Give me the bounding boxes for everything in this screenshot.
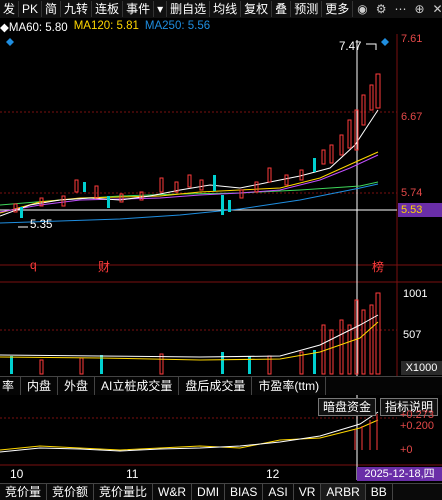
volume-unit: X1000 — [401, 361, 442, 375]
high-price-marker: 7.47 — [339, 41, 362, 53]
candle — [213, 175, 216, 191]
candle — [267, 167, 272, 183]
tab-inner[interactable]: 内盘 — [21, 377, 59, 395]
candle — [119, 193, 124, 203]
price-axis-top: 7.61 — [401, 33, 423, 45]
diamond-marker — [381, 38, 389, 46]
candle — [239, 189, 244, 199]
tab-dmi[interactable]: DMI — [192, 484, 226, 500]
tab-vr[interactable]: VR — [294, 484, 322, 500]
candle — [284, 174, 289, 186]
bottom-indicator-tabs: 竞价量 竞价额 竞价量比 W&R DMI BIAS ASI VR ARBR BB — [0, 483, 442, 500]
current-price-tag: 5.53 — [398, 203, 442, 217]
candle — [187, 174, 192, 188]
tab-auction-volume[interactable]: 竞价量 — [0, 484, 48, 500]
volume-bar — [339, 319, 344, 375]
volume-bar — [248, 356, 251, 374]
tab-rate[interactable]: 率 — [0, 377, 22, 395]
tab-bb[interactable]: BB — [366, 484, 393, 500]
date-label-11: 11 — [126, 467, 139, 481]
volume-bar — [79, 357, 84, 375]
candle — [361, 94, 366, 126]
ma-yellow-line — [0, 151, 379, 214]
tab-bias[interactable]: BIAS — [225, 484, 264, 500]
volume-bar — [10, 356, 13, 374]
price-axis-mid: 6.67 — [401, 111, 423, 123]
dark-pool-button[interactable]: 暗盘资金 — [317, 398, 376, 416]
event-marker-q[interactable]: q — [30, 258, 37, 272]
volume-bar — [321, 324, 326, 375]
volume-bars — [10, 292, 381, 375]
ma-white-line — [0, 109, 379, 217]
date-label-10: 10 — [10, 467, 24, 481]
tab-ai-volume[interactable]: AI立桩成交量 — [95, 377, 180, 395]
tab-after-hours-volume[interactable]: 盘后成交量 — [179, 377, 253, 395]
candle — [83, 182, 86, 192]
volume-axis-top: 1001 — [403, 288, 428, 300]
candle — [375, 73, 381, 109]
tab-auction-ratio[interactable]: 竞价量比 — [94, 484, 154, 500]
volume-ma-white — [0, 314, 379, 358]
volume-bar — [39, 359, 44, 375]
candle — [61, 195, 66, 207]
volume-axis-mid: 507 — [403, 329, 422, 341]
candle — [369, 84, 374, 111]
indicator-axis-mid: +0.200 — [400, 420, 434, 432]
volume-bar — [221, 352, 224, 374]
candle — [299, 169, 304, 181]
ma250-line — [0, 183, 379, 224]
candle — [199, 179, 204, 191]
event-marker-bang[interactable]: 榜 — [372, 258, 384, 275]
candle — [221, 195, 224, 215]
tab-pe-ttm[interactable]: 市盈率(ttm) — [252, 377, 327, 395]
candle — [94, 185, 99, 199]
candles — [13, 73, 381, 218]
volume-bar — [375, 292, 381, 375]
candle — [74, 179, 79, 193]
low-price-marker: 5.35 — [30, 219, 53, 231]
volume-bar — [347, 324, 352, 375]
candle — [20, 207, 23, 218]
candle — [329, 144, 334, 164]
high-marker-line — [366, 43, 377, 50]
candle — [228, 200, 231, 212]
tab-asi[interactable]: ASI — [263, 484, 294, 500]
volume-ma-yellow — [0, 321, 379, 361]
price-axis-low: 5.74 — [401, 187, 423, 199]
event-marker-finance[interactable]: 财 — [98, 258, 110, 275]
tab-wr[interactable]: W&R — [153, 484, 193, 500]
candle — [339, 134, 344, 156]
indicator-tab-row: 率 内盘 外盘 AI立桩成交量 盘后成交量 市盈率(ttm) — [0, 376, 442, 395]
candle — [254, 181, 259, 193]
candle — [321, 149, 326, 165]
cursor-date-label: 2025-12-18,四 — [357, 467, 442, 481]
volume-bar — [329, 329, 334, 375]
tab-auction-amount[interactable]: 竞价额 — [47, 484, 95, 500]
volume-bar — [361, 309, 366, 375]
candle — [159, 177, 164, 193]
volume-bar — [369, 304, 374, 375]
candle — [313, 158, 316, 172]
candle — [107, 196, 110, 208]
candle — [347, 119, 352, 149]
tab-arbr[interactable]: ARBR — [321, 484, 366, 500]
tab-outer[interactable]: 外盘 — [58, 377, 96, 395]
stock-chart-app: 发 PK 简 九转 连板 事件 ▾ 删自选 均线 复权 叠 预测 更多 ◉ ⚙ … — [0, 0, 442, 500]
diamond-marker — [6, 38, 14, 46]
date-label-12: 12 — [266, 467, 280, 481]
ma-purple-line — [0, 154, 379, 213]
indicator-yellow-line — [0, 419, 379, 451]
indicator-axis-zero: +0 — [400, 444, 413, 456]
